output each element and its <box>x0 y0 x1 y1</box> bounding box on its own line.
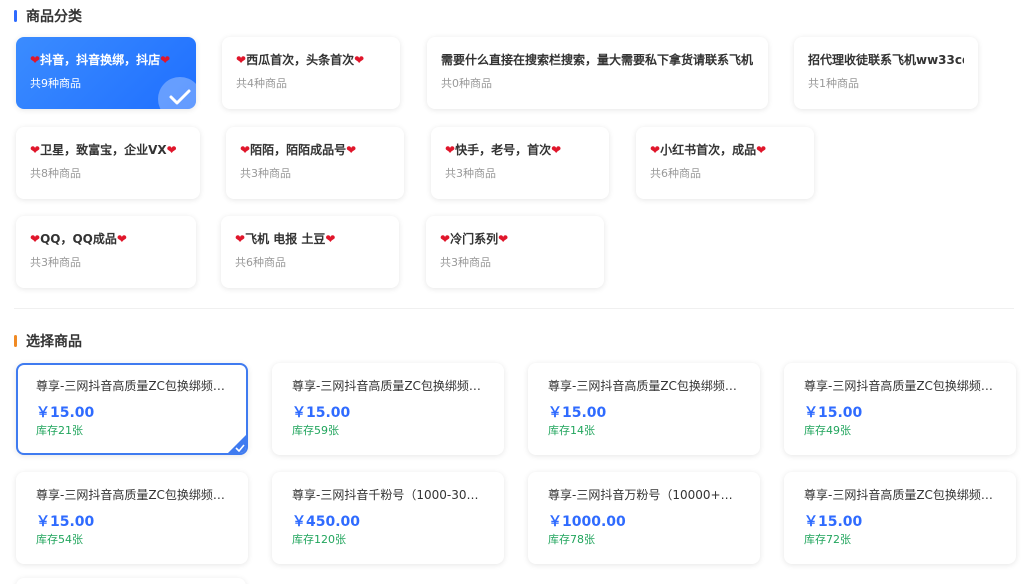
product-name: 尊享-三网抖音高质量ZC包换绑频… <box>548 379 737 393</box>
product-section-label: 选择商品 <box>26 334 82 350</box>
category-count: 共3种商品 <box>445 167 496 180</box>
product-card[interactable]: 尊享-三网抖音高质量ZC包换绑频… ￥15.00 库存21张 <box>16 363 248 455</box>
heart-icon: ❤ <box>30 232 41 246</box>
category-card-search-notice[interactable]: 需要什么直接在搜索栏搜索，量大需要私下拿货请联系飞机 共0种商品 <box>427 37 768 109</box>
heart-icon: ❤ <box>236 53 247 67</box>
category-count: 共8种商品 <box>30 167 81 180</box>
heart-icon: ❤ <box>650 143 661 157</box>
heart-icon: ❤ <box>445 143 456 157</box>
heart-icon: ❤ <box>160 53 171 67</box>
category-card-xiaohongshu[interactable]: ❤ 小红书首次，成品 ❤ 共6种商品 <box>636 127 814 199</box>
product-card[interactable]: 尊享-三网抖音万粉号（10000+）… ￥1000.00 库存78张 <box>528 472 760 564</box>
product-name: 尊享-三网抖音高质量ZC包换绑频… <box>292 379 481 393</box>
heart-icon: ❤ <box>235 232 246 246</box>
heart-icon: ❤ <box>440 232 451 246</box>
product-stock: 库存21张 <box>36 424 83 437</box>
heart-icon: ❤ <box>498 232 509 246</box>
product-name: 尊享-三网抖音高质量ZC包换绑频… <box>36 488 225 502</box>
heart-icon: ❤ <box>551 143 562 157</box>
heart-icon: ❤ <box>30 143 41 157</box>
category-count: 共3种商品 <box>240 167 291 180</box>
category-name: 西瓜首次，头条首次 <box>246 53 355 67</box>
product-card[interactable]: 尊享-三网抖音高质量ZC包换绑频… ￥15.00 库存72张 <box>784 472 1016 564</box>
product-stock: 库存72张 <box>804 533 851 546</box>
heart-icon: ❤ <box>240 143 251 157</box>
category-name: 冷门系列 <box>450 232 499 246</box>
product-card[interactable]: 尊享-三网抖音千粉号（1000-300… ￥450.00 库存120张 <box>272 472 504 564</box>
product-price: ￥15.00 <box>804 405 863 421</box>
category-card-feiji[interactable]: ❤ 飞机 电报 土豆 ❤ 共6种商品 <box>221 216 399 288</box>
product-price: ￥15.00 <box>36 405 95 421</box>
product-name: 尊享-三网抖音高质量ZC包换绑频… <box>36 379 225 393</box>
category-card-momo[interactable]: ❤ 陌陌，陌陌成品号 ❤ 共3种商品 <box>226 127 404 199</box>
check-icon <box>235 444 245 452</box>
product-name: 尊享-三网抖音高质量ZC包换绑频… <box>804 488 993 502</box>
category-name: 需要什么直接在搜索栏搜索，量大需要私下拿货请联系飞机 <box>441 53 754 67</box>
category-count: 共6种商品 <box>235 256 286 269</box>
category-name: 陌陌，陌陌成品号 <box>250 143 347 157</box>
category-name: 招代理收徒联系飞机ww33cd <box>808 53 964 67</box>
product-card[interactable]: 尊享-三网抖音高质量ZC包换绑频… ￥15.00 库存59张 <box>272 363 504 455</box>
product-stock: 库存78张 <box>548 533 595 546</box>
category-count: 共3种商品 <box>30 256 81 269</box>
product-price: ￥15.00 <box>804 514 863 530</box>
category-count: 共4种商品 <box>236 77 287 90</box>
heart-icon: ❤ <box>346 143 357 157</box>
product-name: 尊享-三网抖音万粉号（10000+）… <box>548 488 740 502</box>
product-price: ￥15.00 <box>548 405 607 421</box>
product-stock: 库存54张 <box>36 533 83 546</box>
category-card-qq[interactable]: ❤ QQ，QQ成品 ❤ 共3种商品 <box>16 216 196 288</box>
category-card-kuaishou[interactable]: ❤ 快手，老号，首次 ❤ 共3种商品 <box>431 127 609 199</box>
page: 商品分类 ❤ 抖音，抖音换绑，抖店 ❤ 共9种商品 ❤ 西瓜首次，头条首次 ❤ … <box>0 0 1024 584</box>
section-marker <box>14 335 17 347</box>
category-card-xigua[interactable]: ❤ 西瓜首次，头条首次 ❤ 共4种商品 <box>222 37 400 109</box>
category-name: 卫星，致富宝，企业VX <box>40 143 167 157</box>
product-price: ￥15.00 <box>36 514 95 530</box>
product-name: 尊享-三网抖音高质量ZC包换绑频… <box>804 379 993 393</box>
product-price: ￥450.00 <box>292 514 361 530</box>
product-card-partial[interactable] <box>16 578 246 584</box>
category-card-agent[interactable]: 招代理收徒联系飞机ww33cd 共1种商品 <box>794 37 978 109</box>
product-price: ￥1000.00 <box>548 514 626 530</box>
product-stock: 库存14张 <box>548 424 595 437</box>
category-count: 共1种商品 <box>808 77 859 90</box>
category-name: 快手，老号，首次 <box>455 143 552 157</box>
section-marker <box>14 10 17 22</box>
product-name: 尊享-三网抖音千粉号（1000-300… <box>292 488 484 502</box>
product-card[interactable]: 尊享-三网抖音高质量ZC包换绑频… ￥15.00 库存49张 <box>784 363 1016 455</box>
product-card[interactable]: 尊享-三网抖音高质量ZC包换绑频… ￥15.00 库存14张 <box>528 363 760 455</box>
category-count: 共0种商品 <box>441 77 492 90</box>
heart-icon: ❤ <box>325 232 336 246</box>
category-card-weixing[interactable]: ❤ 卫星，致富宝，企业VX ❤ 共8种商品 <box>16 127 200 199</box>
product-stock: 库存120张 <box>292 533 346 546</box>
category-section-title: 商品分类 <box>14 6 82 26</box>
section-divider <box>14 308 1014 309</box>
heart-icon: ❤ <box>116 232 127 246</box>
category-name: QQ，QQ成品 <box>40 232 117 246</box>
heart-icon: ❤ <box>354 53 365 67</box>
category-name: 小红书首次，成品 <box>660 143 757 157</box>
heart-icon: ❤ <box>30 53 41 67</box>
category-card-douyin[interactable]: ❤ 抖音，抖音换绑，抖店 ❤ 共9种商品 <box>16 37 196 109</box>
product-section-title: 选择商品 <box>14 331 82 351</box>
heart-icon: ❤ <box>756 143 767 157</box>
category-name: 抖音，抖音换绑，抖店 <box>40 53 161 67</box>
category-name: 飞机 电报 土豆 <box>245 232 326 246</box>
product-stock: 库存59张 <box>292 424 339 437</box>
category-card-lengmen[interactable]: ❤ 冷门系列 ❤ 共3种商品 <box>426 216 604 288</box>
category-section-label: 商品分类 <box>26 9 82 25</box>
product-card[interactable]: 尊享-三网抖音高质量ZC包换绑频… ￥15.00 库存54张 <box>16 472 248 564</box>
product-price: ￥15.00 <box>292 405 351 421</box>
category-count: 共3种商品 <box>440 256 491 269</box>
heart-icon: ❤ <box>166 143 177 157</box>
product-stock: 库存49张 <box>804 424 851 437</box>
category-count: 共6种商品 <box>650 167 701 180</box>
